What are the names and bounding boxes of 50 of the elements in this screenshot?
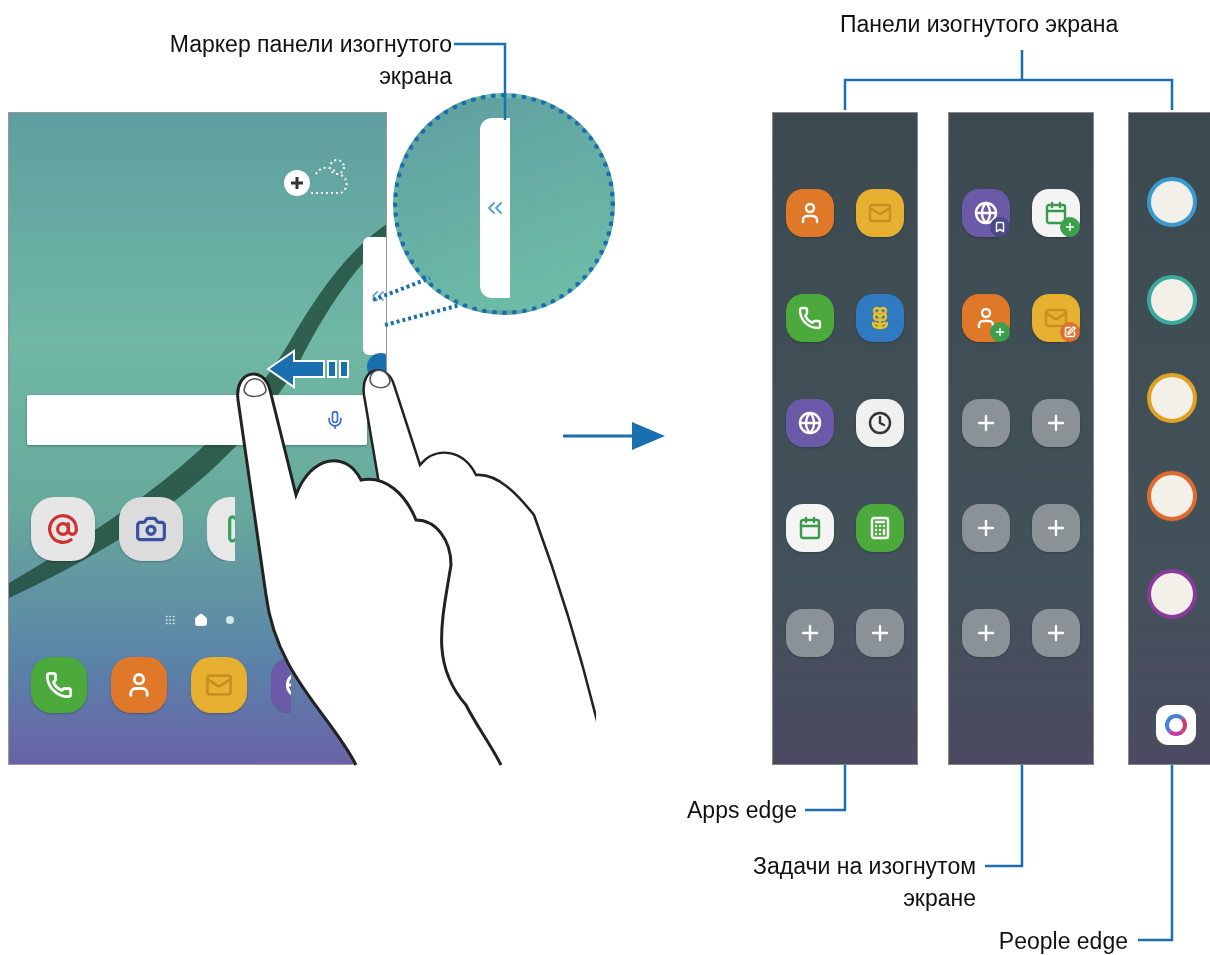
calendar-icon [798, 516, 822, 540]
app-icon[interactable] [856, 504, 904, 552]
message-icon [1044, 306, 1068, 330]
email-icon [47, 513, 79, 545]
app-icon[interactable] [856, 399, 904, 447]
callout-label: Маркер панели изогнутого экрана [168, 30, 452, 91]
contact-avatar[interactable] [1147, 177, 1197, 227]
app-icon[interactable] [786, 399, 834, 447]
message-icon [205, 671, 233, 699]
calendar-icon [1044, 201, 1068, 225]
calculator-icon [868, 516, 892, 540]
app-icon[interactable] [786, 504, 834, 552]
edge-handle[interactable] [363, 237, 386, 355]
add-app-button[interactable] [962, 504, 1010, 552]
phone-icon [798, 306, 822, 330]
arrow-icon [563, 422, 665, 450]
callout-label: People edge [997, 927, 1128, 955]
app-icon[interactable] [786, 294, 834, 342]
app-icon[interactable] [962, 294, 1010, 342]
add-app-button[interactable] [1032, 504, 1080, 552]
mic-icon [325, 410, 345, 430]
app-icon[interactable] [1032, 189, 1080, 237]
contact-avatar[interactable] [1147, 373, 1197, 423]
add-app-button[interactable] [1032, 399, 1080, 447]
app-icon[interactable] [1032, 294, 1080, 342]
app-icon[interactable] [271, 657, 291, 713]
page-dot [226, 616, 234, 624]
globe-icon [974, 201, 998, 225]
callout-label: Панели изогнутого экрана [840, 10, 1120, 39]
ring-icon [1165, 714, 1187, 736]
add-app-button[interactable] [962, 609, 1010, 657]
message-icon [868, 201, 892, 225]
add-app-button[interactable] [962, 399, 1010, 447]
contact-avatar[interactable] [1147, 471, 1197, 521]
globe-icon [798, 411, 822, 435]
add-app-button[interactable] [1032, 609, 1080, 657]
app-icon[interactable] [962, 189, 1010, 237]
menu-icon [164, 614, 176, 626]
add-app-button[interactable] [786, 609, 834, 657]
callout-label: Apps edge [686, 796, 797, 825]
home-icon [194, 613, 208, 627]
leader-line [805, 765, 847, 812]
app-icon[interactable] [786, 189, 834, 237]
phone-icon [45, 671, 73, 699]
contact-avatar[interactable] [1147, 275, 1197, 325]
add-app-button[interactable] [856, 609, 904, 657]
clock-icon [868, 411, 892, 435]
edge-settings-button[interactable] [1156, 705, 1196, 745]
callout-label: Задачи на изогнутом экране [752, 852, 976, 913]
contact-avatar[interactable] [1147, 569, 1197, 619]
